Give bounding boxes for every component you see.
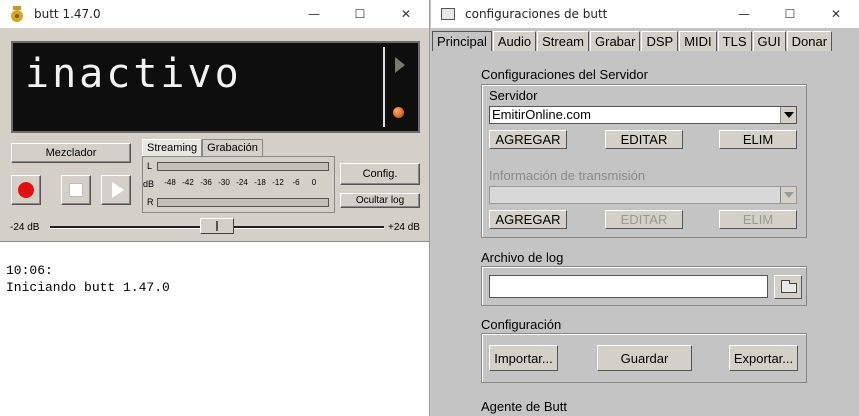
- vu-tick: -48: [164, 178, 176, 187]
- maximize-button[interactable]: ☐: [767, 0, 813, 28]
- tab-gui[interactable]: GUI: [752, 31, 786, 51]
- config-groupbox: Importar... Guardar Exportar...: [481, 333, 807, 383]
- vu-tick: -30: [218, 178, 230, 187]
- config-section-title: Configuración: [481, 317, 562, 332]
- tab-midi[interactable]: MIDI: [679, 31, 717, 51]
- server-label: Servidor: [489, 88, 538, 103]
- minimize-button[interactable]: —: [721, 0, 767, 28]
- server-delete-button[interactable]: ELIM: [719, 130, 797, 149]
- mixer-button[interactable]: Mezclador: [11, 143, 131, 163]
- browse-folder-button[interactable]: [774, 275, 802, 299]
- vu-right-label: R: [147, 197, 154, 207]
- tab-grabar[interactable]: Grabar: [590, 31, 641, 51]
- log-groupbox: [481, 266, 807, 306]
- vu-tick: -24: [236, 178, 248, 187]
- tab-grabacion[interactable]: Grabación: [202, 139, 263, 156]
- status-led-icon: [393, 107, 404, 118]
- butt-window-title: butt 1.47.0: [34, 7, 101, 21]
- log-line: 10:06:: [6, 263, 53, 278]
- record-button[interactable]: [11, 175, 41, 205]
- play-indicator-icon: [395, 57, 405, 73]
- log-path-input[interactable]: [489, 275, 768, 298]
- config-window-title: configuraciones de butt: [465, 7, 608, 21]
- tab-principal[interactable]: Principal: [432, 31, 492, 51]
- folder-icon: [781, 280, 797, 293]
- vu-db-label: dB: [143, 179, 155, 189]
- config-tabs: Principal Audio Stream Grabar DSP MIDI T…: [432, 31, 833, 51]
- butt-main-window: butt 1.47.0 — ☐ ✕ inactivo Mezclador Str…: [0, 0, 430, 416]
- vu-right-bar: [157, 198, 329, 207]
- save-button[interactable]: Guardar: [597, 345, 692, 371]
- chevron-down-icon: [780, 187, 796, 203]
- agent-section-title: Agente de Butt: [481, 399, 568, 414]
- stop-icon: [69, 183, 83, 197]
- tab-stream[interactable]: Stream: [537, 31, 590, 51]
- status-display: inactivo: [11, 41, 420, 133]
- log-section-title: Archivo de log: [481, 250, 564, 265]
- export-button[interactable]: Exportar...: [729, 345, 798, 371]
- vu-tick: -6: [292, 178, 300, 187]
- config-titlebar: configuraciones de butt — ☐ ✕: [431, 0, 859, 28]
- maximize-button[interactable]: ☐: [337, 0, 383, 28]
- maximize-icon: ☐: [784, 7, 796, 21]
- tab-streaming[interactable]: Streaming: [142, 139, 203, 156]
- log-output[interactable]: 10:06: Iniciando butt 1.47.0: [0, 241, 429, 416]
- server-section-title: Configuraciones del Servidor: [481, 67, 648, 82]
- display-divider: [383, 47, 385, 127]
- stop-button[interactable]: [61, 175, 91, 205]
- tab-dsp[interactable]: DSP: [641, 31, 679, 51]
- volume-min-label: -24 dB: [10, 222, 40, 233]
- hide-log-button[interactable]: Ocultar log: [340, 193, 420, 208]
- vu-tick: -18: [254, 178, 266, 187]
- record-icon: [18, 182, 34, 198]
- vu-scale: -48 -42 -36 -30 -24 -18 -12 -6 0: [161, 178, 323, 187]
- server-edit-button[interactable]: EDITAR: [605, 130, 683, 149]
- play-icon: [111, 182, 124, 198]
- volume-max-label: +24 dB: [388, 222, 420, 233]
- butt-titlebar: butt 1.47.0 — ☐ ✕: [0, 0, 429, 28]
- minimize-icon: —: [308, 7, 320, 21]
- server-groupbox: Servidor EmitirOnline.com AGREGAR EDITAR…: [481, 84, 807, 238]
- tab-tls[interactable]: TLS: [717, 31, 752, 51]
- minimize-icon: —: [738, 7, 750, 21]
- vu-tick: -42: [182, 178, 194, 187]
- minimize-button[interactable]: —: [291, 0, 337, 28]
- tab-donar[interactable]: Donar: [786, 31, 833, 51]
- volume-slider-thumb[interactable]: [200, 218, 234, 234]
- vu-left-label: L: [147, 161, 153, 171]
- stream-info-delete-button[interactable]: ELIM: [719, 210, 797, 229]
- config-button[interactable]: Config.: [340, 163, 420, 185]
- stream-info-edit-button[interactable]: EDITAR: [605, 210, 683, 229]
- stream-info-select[interactable]: [489, 186, 797, 204]
- import-button[interactable]: Importar...: [489, 345, 558, 371]
- maximize-icon: ☐: [354, 7, 366, 21]
- vu-left-bar: [157, 162, 329, 171]
- status-text: inactivo: [25, 51, 242, 97]
- close-icon: ✕: [830, 7, 842, 21]
- chevron-down-icon: [780, 107, 796, 123]
- butt-app-icon: [10, 6, 24, 22]
- vu-meter: L dB -48 -42 -36 -30 -24 -18 -12 -6 0 R: [142, 156, 335, 213]
- stream-info-add-button[interactable]: AGREGAR: [489, 210, 567, 229]
- play-button[interactable]: [101, 175, 131, 205]
- window-app-icon: [441, 8, 455, 20]
- server-add-button[interactable]: AGREGAR: [489, 130, 567, 149]
- server-select[interactable]: EmitirOnline.com: [489, 106, 797, 124]
- stream-info-label: Información de transmisión: [489, 168, 646, 183]
- log-line: Iniciando butt 1.47.0: [6, 280, 170, 295]
- close-button[interactable]: ✕: [383, 0, 429, 28]
- tab-audio[interactable]: Audio: [492, 31, 537, 51]
- vu-tick: -12: [272, 178, 284, 187]
- vu-tick: -36: [200, 178, 212, 187]
- server-select-value: EmitirOnline.com: [492, 107, 591, 122]
- butt-control-panel: inactivo Mezclador Streaming Grabación L…: [0, 28, 429, 241]
- close-button[interactable]: ✕: [813, 0, 859, 28]
- vu-tick: 0: [311, 178, 317, 187]
- close-icon: ✕: [400, 7, 412, 21]
- config-window: configuraciones de butt — ☐ ✕ Principal …: [431, 0, 859, 416]
